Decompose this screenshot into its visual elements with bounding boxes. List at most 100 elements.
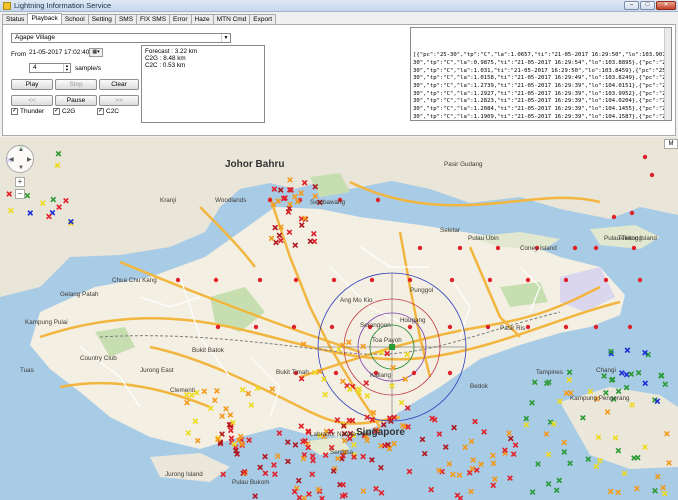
c2c-strike-dot[interactable]	[449, 277, 455, 283]
scrollbar[interactable]	[664, 28, 671, 120]
location-dropdown[interactable]: Agape Village ▼	[11, 33, 231, 43]
window-title: Lightning Information Service	[14, 1, 112, 10]
c2c-strike-dot[interactable]	[642, 154, 648, 160]
zoom-in-button[interactable]: +	[15, 177, 25, 187]
tab-setting[interactable]: Setting	[87, 14, 116, 24]
tab-school[interactable]: School	[60, 14, 89, 24]
from-datetime-field[interactable]: 21-05-2017 17:02:40	[29, 49, 89, 56]
c2c-strike-dot[interactable]	[485, 324, 491, 330]
place-label: Punggol	[410, 287, 434, 294]
check-icon: ✓	[11, 108, 18, 115]
tab-export[interactable]: Export	[249, 14, 277, 24]
c2c-strike-dot[interactable]	[215, 324, 221, 330]
place-label: Kampung Pulai	[25, 319, 68, 326]
pan-control[interactable]: ▲ ◀ ▶ ▼	[6, 145, 34, 173]
c2c-strike-dot[interactable]	[627, 324, 633, 330]
json-line: 30","tp":"C","la":0.9875,"ti":"21-05-201…	[413, 59, 672, 66]
chevron-down-icon[interactable]: ▼	[221, 34, 230, 42]
zoom-out-button[interactable]: −	[15, 189, 25, 199]
c2c-strike-dot[interactable]	[631, 245, 637, 251]
c2c-strike-dot[interactable]	[407, 324, 413, 330]
c2c-strike-dot[interactable]	[213, 277, 219, 283]
c2c-strike-dot[interactable]	[253, 324, 259, 330]
json-line: 30","tp":"C","la":1.031,"ti":"21-05-2017…	[413, 67, 669, 74]
clear-button[interactable]: Clear	[99, 79, 139, 90]
c2c-strike-dot[interactable]	[417, 245, 423, 251]
place-label: Hougang	[400, 317, 426, 324]
place-label: Tampines	[536, 369, 563, 376]
c2c-strike-dot[interactable]	[563, 324, 569, 330]
json-line: [{"pc":"25-30","tp":"C","la":1.0657,"ti"…	[413, 52, 671, 59]
c2c-strike-dot[interactable]	[525, 277, 531, 283]
place-label: Sentosa	[330, 449, 354, 456]
map-canvas[interactable]	[0, 137, 678, 500]
lightning-map[interactable]: ▲ ◀ ▶ ▼ + − M Johor Bahru Pasir Gudang Sin…	[0, 137, 678, 500]
tab-playback[interactable]: Playback	[27, 13, 62, 24]
c2c-strike-dot[interactable]	[369, 277, 375, 283]
c2c-strike-dot[interactable]	[411, 370, 417, 376]
forward-button[interactable]: >>	[99, 95, 139, 106]
place-label: Serangoon	[360, 322, 391, 329]
stop-button[interactable]: Stop	[55, 79, 97, 90]
c2c-strike-dot[interactable]	[611, 214, 617, 220]
c2c-strike-dot[interactable]	[593, 324, 599, 330]
place-label: Sembawang	[310, 199, 346, 206]
c2c-strike-dot[interactable]	[603, 277, 609, 283]
pan-down-icon[interactable]: ▼	[18, 165, 24, 171]
tab-error[interactable]: Error	[169, 14, 192, 24]
c2c-strike-dot[interactable]	[447, 324, 453, 330]
close-button[interactable]: ✕	[656, 1, 676, 10]
c2c-strike-dot[interactable]	[175, 277, 181, 283]
json-output-textbox[interactable]: [{"pc":"25-30","tp":"C","la":1.0657,"ti"…	[410, 27, 672, 121]
tab-mtn-cmd[interactable]: MTN Cmd	[212, 14, 251, 24]
c2c-strike-dot[interactable]	[267, 197, 273, 203]
checkbox-c2c[interactable]: ✓ C2C	[97, 108, 119, 115]
stepper-arrows-icon[interactable]: ▲ ▼	[63, 64, 70, 72]
maximize-button[interactable]: □	[640, 1, 655, 10]
c2c-strike-dot[interactable]	[375, 197, 381, 203]
c2c-strike-dot[interactable]	[637, 277, 643, 283]
pan-right-icon[interactable]: ▶	[27, 156, 32, 163]
c2c-strike-dot[interactable]	[649, 172, 655, 178]
c2c-strike-dot[interactable]	[457, 245, 463, 251]
c2c-strike-dot[interactable]	[563, 277, 569, 283]
map-type-button[interactable]: M	[664, 139, 678, 149]
place-label: Clementi	[170, 387, 195, 394]
tab-fix-sms[interactable]: FIX SMS	[136, 14, 171, 24]
place-label: Chua Chu Kang	[112, 277, 157, 284]
c2c-strike-dot[interactable]	[329, 324, 335, 330]
title-bar: Lightning Information Service – □ ✕	[0, 0, 678, 12]
tab-status[interactable]: Status	[2, 14, 29, 24]
speed-unit-label: sample/s	[75, 65, 102, 72]
c2c-strike-dot[interactable]	[487, 277, 493, 283]
play-button[interactable]: Play	[11, 79, 53, 90]
c2c-strike-dot[interactable]	[525, 324, 531, 330]
c2c-strike-dot[interactable]	[257, 277, 263, 283]
c2c-strike-dot[interactable]	[447, 370, 453, 376]
c2c-strike-dot[interactable]	[593, 245, 599, 251]
pause-button[interactable]: Pause	[55, 95, 97, 106]
speed-stepper[interactable]: 4 ▲ ▼	[29, 63, 71, 73]
checkbox-c2g[interactable]: ✓ C2G	[53, 108, 75, 115]
tab-sms[interactable]: SMS	[114, 14, 138, 24]
tab-haze[interactable]: Haze	[190, 14, 214, 24]
checkbox-thunder[interactable]: ✓ Thunder	[11, 108, 44, 115]
json-line: 30","tp":"C","la":1.1909,"ti":"21-05-201…	[413, 113, 672, 120]
json-line: 30","tp":"C","la":1.2823,"ti":"21-05-201…	[413, 98, 672, 105]
calendar-icon[interactable]: ▦▾	[89, 48, 103, 57]
place-label: Toa Payoh	[372, 337, 402, 344]
c2c-strike-dot[interactable]	[407, 277, 413, 283]
c2c-strike-dot[interactable]	[629, 210, 635, 216]
json-line: 30","tp":"C","la":1.0158,"ti":"21-05-201…	[413, 75, 672, 82]
c2c-strike-dot[interactable]	[331, 277, 337, 283]
c2c-strike-dot[interactable]	[291, 324, 297, 330]
rewind-button[interactable]: <<	[11, 95, 53, 106]
c2c-strike-dot[interactable]	[495, 245, 501, 251]
c2c-strike-dot[interactable]	[333, 370, 339, 376]
pan-left-icon[interactable]: ◀	[9, 156, 14, 163]
pan-up-icon[interactable]: ▲	[18, 147, 24, 153]
c2c-strike-dot[interactable]	[293, 277, 299, 283]
c2c-strike-dot[interactable]	[572, 245, 578, 251]
place-label: Pulau Bukom	[232, 479, 270, 486]
minimize-button[interactable]: –	[624, 1, 639, 10]
